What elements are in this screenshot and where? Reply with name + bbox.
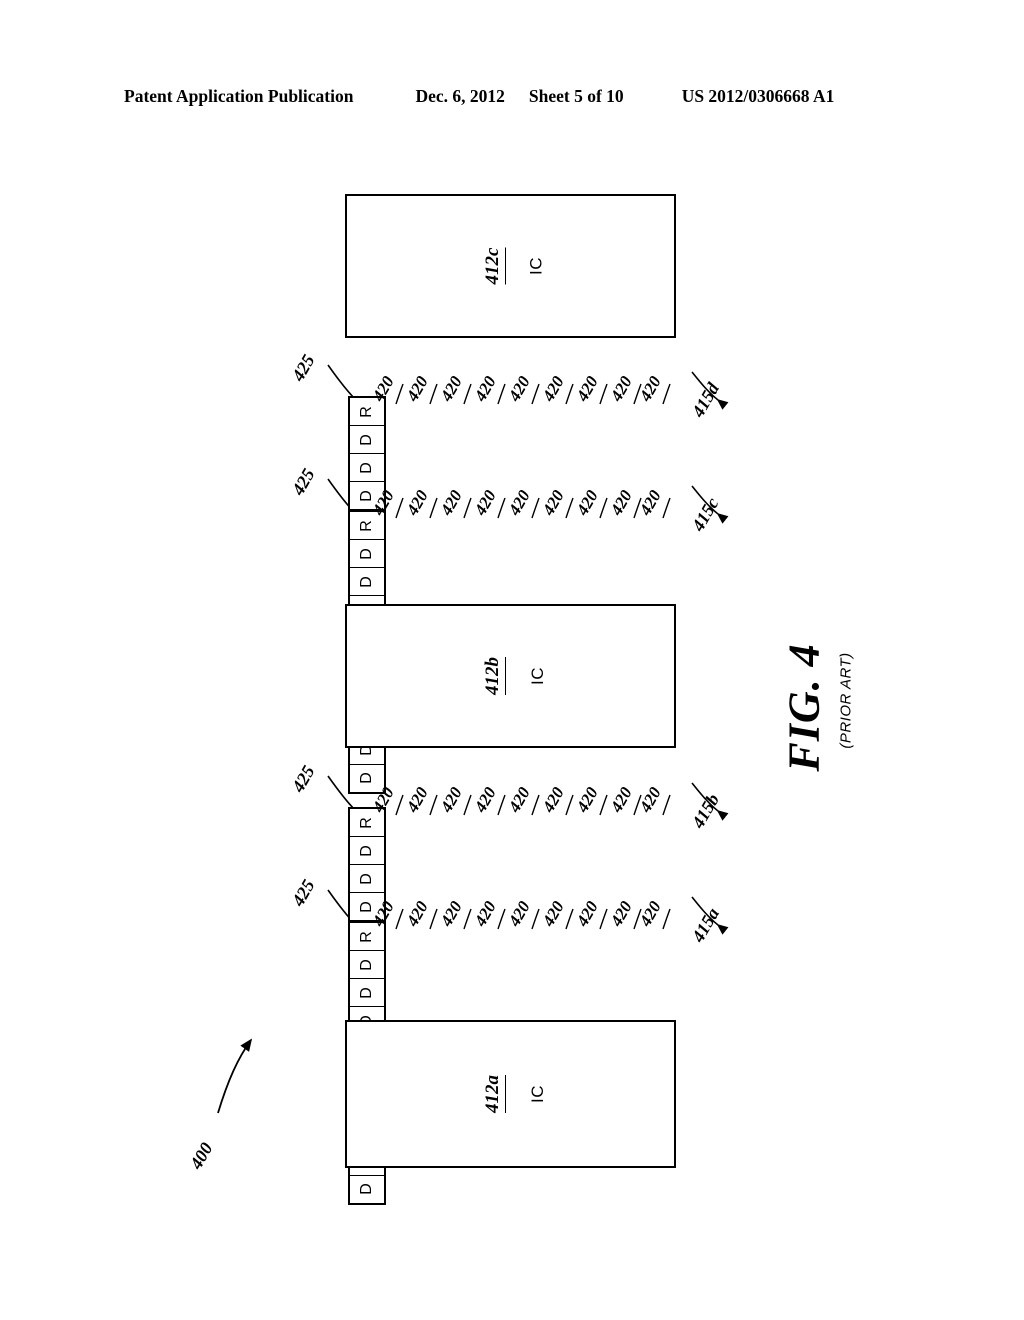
register-cell-label: R (358, 519, 375, 532)
ref-420: 420 (635, 486, 665, 519)
ref-420: 420 (572, 486, 602, 519)
figure-caption: FIG. 4 (PRIOR ART) (762, 620, 902, 800)
device-cell-label: D (358, 986, 375, 999)
ref-420: 420 (436, 897, 466, 930)
ic-block-412b-content: IC 412b (475, 657, 547, 695)
device-cell[interactable]: D (350, 426, 384, 455)
device-cell[interactable]: D (350, 979, 384, 1008)
ic-block-412c-content: IC 412c (475, 247, 546, 285)
ic-block-412a[interactable]: IC 412a (345, 1020, 676, 1168)
ref-415a: 415a (687, 904, 724, 946)
device-cell-label: D (358, 1183, 375, 1196)
ref-420: 420 (572, 783, 602, 816)
ref-415d: 415d (687, 379, 724, 421)
device-cell[interactable]: D (350, 540, 384, 569)
device-cell[interactable]: D (350, 568, 384, 597)
ref-420: 420 (606, 372, 636, 405)
ref-420: 420 (504, 486, 534, 519)
ic-block-412a-content: IC 412a (475, 1075, 547, 1113)
device-cell-label: D (358, 872, 375, 885)
device-cell-label: D (358, 844, 375, 857)
device-cell[interactable]: D (350, 951, 384, 980)
ref-415c: 415c (687, 494, 723, 535)
ref-420: 420 (504, 897, 534, 930)
register-cell[interactable]: R (350, 923, 384, 952)
device-cell-label: D (358, 958, 375, 971)
ref-420: 420 (538, 897, 568, 930)
ref-420: 420 (606, 783, 636, 816)
ic-block-412c[interactable]: IC 412c (345, 194, 676, 338)
ref-420: 420 (606, 486, 636, 519)
device-cell-label: D (358, 547, 375, 560)
ref-425-415d: 425 (287, 351, 319, 385)
figure-prior-art-note: (PRIOR ART) (837, 652, 855, 749)
device-cell-label: D (358, 461, 375, 474)
ref-420: 420 (402, 486, 432, 519)
register-cell[interactable]: R (350, 512, 384, 541)
device-cell[interactable]: D (350, 837, 384, 866)
ic-block-412a-ref: 412a (481, 1075, 506, 1113)
ic-block-412c-ref: 412c (481, 247, 506, 285)
ref-420: 420 (504, 372, 534, 405)
figure-number: FIG. 4 (779, 643, 829, 772)
ref-420: 420 (504, 783, 534, 816)
ref-420: 420 (635, 372, 665, 405)
ref-420: 420 (470, 486, 500, 519)
ref-420: 420 (635, 897, 665, 930)
ic-block-412c-label: IC (526, 257, 546, 275)
ref-420: 420 (436, 783, 466, 816)
register-cell-label: R (358, 405, 375, 418)
ref-420: 420 (402, 372, 432, 405)
ic-block-412b-ref: 412b (481, 657, 506, 695)
device-cell-label: D (358, 433, 375, 446)
ref-420: 420 (470, 372, 500, 405)
ref-425-415b: 425 (287, 762, 319, 796)
ref-425-415a: 425 (287, 876, 319, 910)
device-cell[interactable]: D (350, 1176, 384, 1203)
register-cell-label: R (358, 930, 375, 943)
ref-420: 420 (436, 486, 466, 519)
ref-420: 420 (470, 897, 500, 930)
ref-420: 420 (436, 372, 466, 405)
ic-block-412b-label: IC (527, 667, 547, 685)
ref-420: 420 (538, 486, 568, 519)
ic-block-412a-label: IC (527, 1085, 547, 1103)
ic-block-412b[interactable]: IC 412b (345, 604, 676, 748)
patent-figure-4: IC 412c R D D D D D D D D D 425 415d 420… (0, 0, 1024, 1320)
register-cell[interactable]: R (350, 398, 384, 427)
ref-420: 420 (572, 372, 602, 405)
ref-415b: 415b (687, 790, 724, 832)
ref-425-415c: 425 (287, 465, 319, 499)
device-cell-label: D (358, 772, 375, 785)
ref-420: 420 (538, 372, 568, 405)
ref-400-system: 400 (185, 1139, 217, 1173)
ref-420: 420 (538, 783, 568, 816)
device-cell[interactable]: D (350, 865, 384, 894)
ref-420: 420 (635, 783, 665, 816)
ref-420: 420 (402, 783, 432, 816)
ref-420: 420 (572, 897, 602, 930)
device-cell[interactable]: D (350, 454, 384, 483)
ref-420: 420 (470, 783, 500, 816)
ref-420: 420 (606, 897, 636, 930)
register-cell-label: R (358, 816, 375, 829)
device-cell-label: D (358, 575, 375, 588)
ref-420: 420 (402, 897, 432, 930)
register-cell[interactable]: R (350, 809, 384, 838)
